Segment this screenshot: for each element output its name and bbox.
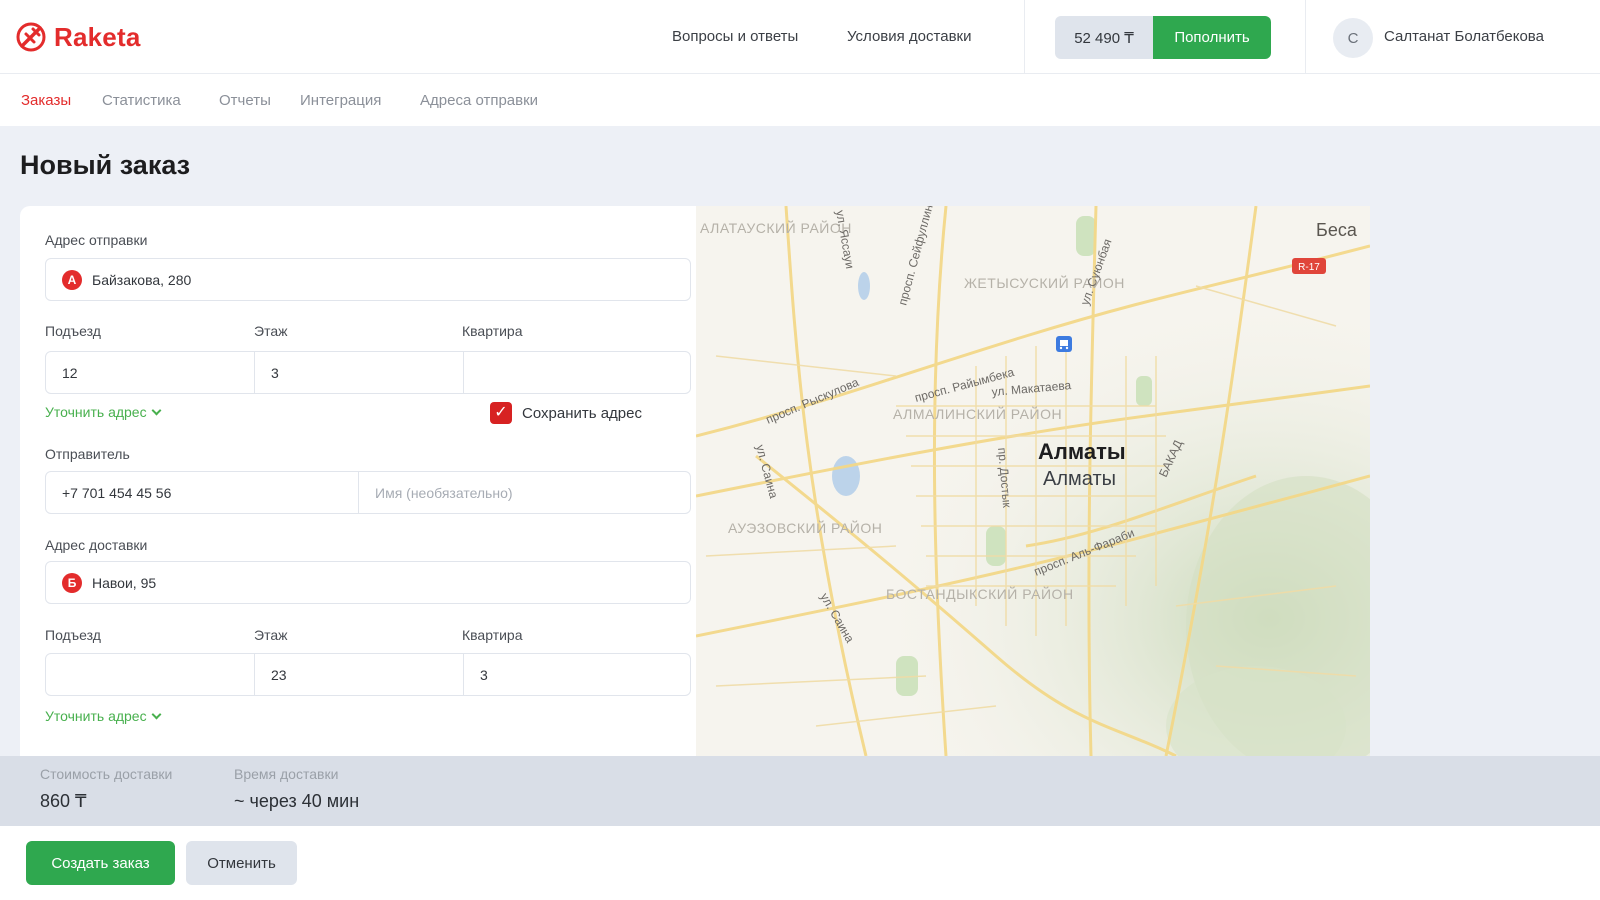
tab-integration[interactable]: Интеграция [300,92,381,109]
pickup-floor-input[interactable]: 3 [254,351,464,394]
sender-phone-value: +7 701 454 45 56 [62,484,172,501]
tab-statistics[interactable]: Статистика [102,92,181,109]
header-divider [1305,0,1306,74]
delivery-floor-label: Этаж [254,627,288,643]
delivery-time-value: ~ через 40 мин [234,791,360,811]
order-form: Адрес отправки А Байзакова, 280 Подъезд … [20,206,696,756]
user-name[interactable]: Салтанат Болатбекова [1384,28,1544,45]
pickup-apt-label: Квартира [462,323,523,339]
delivery-apt-value: 3 [480,666,488,683]
delivery-terms-link[interactable]: Условия доставки [847,28,971,45]
pickup-refine-address-link[interactable]: Уточнить адрес [45,404,162,420]
delivery-cost-label: Стоимость доставки [40,766,173,782]
chevron-down-icon [151,405,162,415]
create-order-button[interactable]: Создать заказ [26,841,175,885]
pickup-apt-input[interactable] [463,351,691,394]
delivery-address-label: Адрес доставки [45,537,148,553]
sender-label: Отправитель [45,446,130,462]
tab-orders[interactable]: Заказы [21,92,71,109]
map-view[interactable]: АЛАТАУСКИЙ РАЙОН ЖЕТЫСУСКИЙ РАЙОН АЛМАЛИ… [696,206,1370,756]
main-content: Новый заказ Адрес отправки А Байзакова, … [0,126,1600,756]
delivery-address-input[interactable]: Б Навои, 95 [45,561,691,604]
form-actions: Создать заказ Отменить [0,826,1600,900]
delivery-apt-input[interactable]: 3 [463,653,691,696]
map-canvas[interactable]: АЛАТАУСКИЙ РАЙОН ЖЕТЫСУСКИЙ РАЙОН АЛМАЛИ… [696,206,1370,756]
lake [832,456,860,496]
faq-link[interactable]: Вопросы и ответы [672,28,798,45]
section-tabs: Заказы Статистика Отчеты Интеграция Адре… [0,74,1215,126]
topup-button[interactable]: Пополнить [1153,16,1271,59]
pickup-address-input[interactable]: А Байзакова, 280 [45,258,691,301]
pickup-entrance-label: Подъезд [45,323,101,339]
save-address-label: Сохранить адрес [522,404,642,422]
checkmark-icon: ✓ [490,402,512,424]
delivery-refine-address-link[interactable]: Уточнить адрес [45,708,162,724]
marker-a-icon: А [62,269,82,290]
map-corner-label: Беса [1316,220,1358,240]
district-label: АУЭЗОВСКИЙ РАЙОН [728,519,882,536]
avatar[interactable]: С [1333,18,1373,58]
marker-b-icon: Б [62,572,82,593]
delivery-cost-value: 860 ₸ [40,791,87,811]
tab-reports[interactable]: Отчеты [219,92,271,109]
pickup-refine-label: Уточнить адрес [45,404,147,420]
delivery-apt-label: Квартира [462,627,523,643]
brand-logo[interactable]: Raketa [14,20,140,54]
delivery-refine-label: Уточнить адрес [45,708,147,724]
pickup-address-value: Байзакова, 280 [92,271,192,288]
cancel-button[interactable]: Отменить [186,841,297,885]
sender-phone-input[interactable]: +7 701 454 45 56 [45,471,359,514]
shield-label: R-17 [1298,262,1320,273]
chevron-down-icon [151,709,162,719]
city-label: Алматы [1038,439,1126,464]
page-title: Новый заказ [20,150,191,180]
pickup-floor-value: 3 [271,364,279,381]
city-sublabel: Алматы [1043,468,1116,490]
top-header: Raketa Вопросы и ответы Условия доставки… [0,0,1600,74]
delivery-floor-input[interactable]: 23 [254,653,464,696]
sender-name-placeholder: Имя (необязательно) [375,484,513,501]
save-address-checkbox[interactable]: ✓ Сохранить адрес [490,402,642,424]
tab-pickup-addresses[interactable]: Адреса отправки [420,92,538,109]
order-summary: Стоимость доставки 860 ₸ Время доставки … [0,756,1600,826]
district-label: АЛАТАУСКИЙ РАЙОН [700,219,852,236]
pickup-address-label: Адрес отправки [45,232,148,248]
bus-station-icon[interactable] [1056,336,1072,352]
lake [858,272,870,300]
delivery-entrance-input[interactable] [45,653,255,696]
sender-name-input[interactable]: Имя (необязательно) [358,471,691,514]
header-divider [1024,0,1025,74]
delivery-time-label: Время доставки [234,766,339,782]
highway-shield: R-17 [1292,258,1326,274]
pickup-entrance-input[interactable]: 12 [45,351,255,394]
brand-name: Raketa [54,21,141,52]
pickup-floor-label: Этаж [254,323,288,339]
district-label: БОСТАНДЫКСКИЙ РАЙОН [886,585,1074,602]
pickup-entrance-value: 12 [62,364,78,381]
rocket-logo-icon [16,22,46,52]
district-label: АЛМАЛИНСКИЙ РАЙОН [893,405,1062,422]
delivery-address-value: Навои, 95 [92,574,157,591]
balance-display: 52 490 ₸ [1055,16,1153,59]
delivery-floor-value: 23 [271,666,287,683]
delivery-entrance-label: Подъезд [45,627,101,643]
